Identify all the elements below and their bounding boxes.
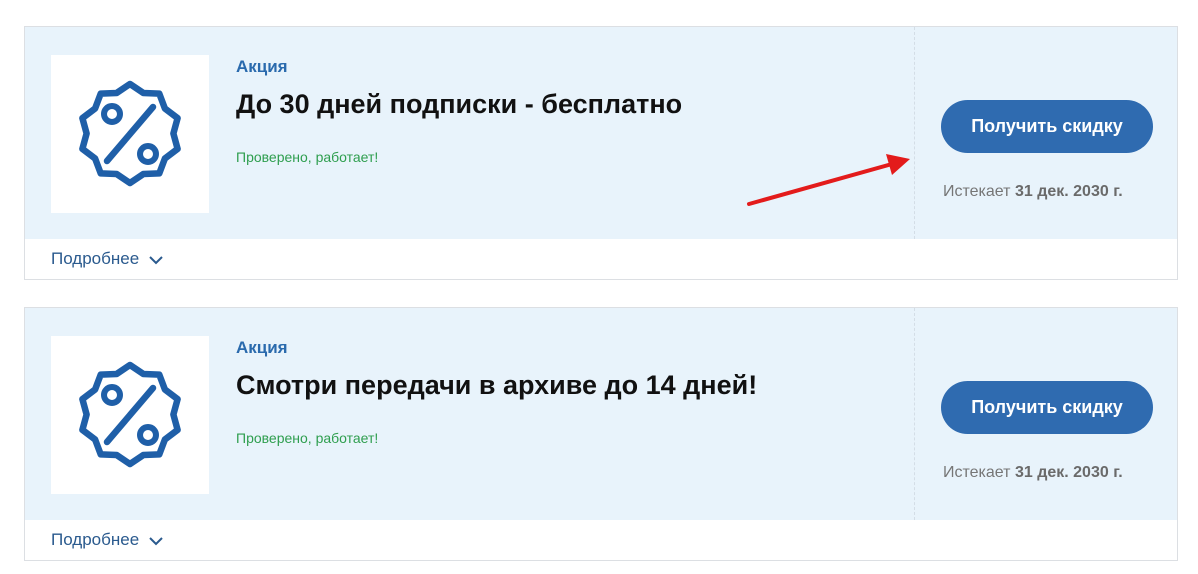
promo-tag: Акция (236, 57, 288, 76)
get-discount-button[interactable]: Получить скидку (941, 381, 1153, 434)
promo-title: Смотри передачи в архиве до 14 дней! (236, 370, 758, 400)
expiry-prefix: Истекает (943, 183, 1011, 200)
verified-label: Проверено, работает! (236, 149, 379, 165)
percent-badge-icon (79, 80, 181, 187)
expiry-date: 31 дек. 2030 г. (1014, 464, 1123, 481)
promo-tag: Акция (236, 338, 288, 357)
percent-badge-icon (79, 361, 181, 468)
get-discount-button[interactable]: Получить скидку (941, 100, 1153, 153)
chevron-down-icon (149, 255, 163, 264)
promo-card: Акция До 30 дней подписки - бесплатно Пр… (24, 26, 1178, 280)
details-label: Подробнее (51, 249, 140, 268)
promo-card: Акция Смотри передачи в архиве до 14 дне… (24, 307, 1178, 561)
annotation-arrow-icon (747, 154, 910, 206)
expiry-text: Истекает 31 дек. 2030 г. (943, 183, 1151, 201)
details-toggle[interactable]: Подробнее (51, 249, 163, 269)
promo-title: До 30 дней подписки - бесплатно (236, 89, 683, 119)
chevron-down-icon (149, 536, 163, 545)
expiry-prefix: Истекает (943, 464, 1011, 481)
promo-logo (51, 336, 209, 494)
dashed-divider (914, 308, 915, 520)
expiry-text: Истекает 31 дек. 2030 г. (943, 464, 1151, 482)
promo-logo (51, 55, 209, 213)
promo-card-body: Акция До 30 дней подписки - бесплатно Пр… (25, 27, 1177, 239)
promo-card-body: Акция Смотри передачи в архиве до 14 дне… (25, 308, 1177, 520)
verified-label: Проверено, работает! (236, 430, 379, 446)
details-label: Подробнее (51, 530, 140, 549)
expiry-date: 31 дек. 2030 г. (1014, 183, 1123, 200)
details-toggle[interactable]: Подробнее (51, 530, 163, 550)
